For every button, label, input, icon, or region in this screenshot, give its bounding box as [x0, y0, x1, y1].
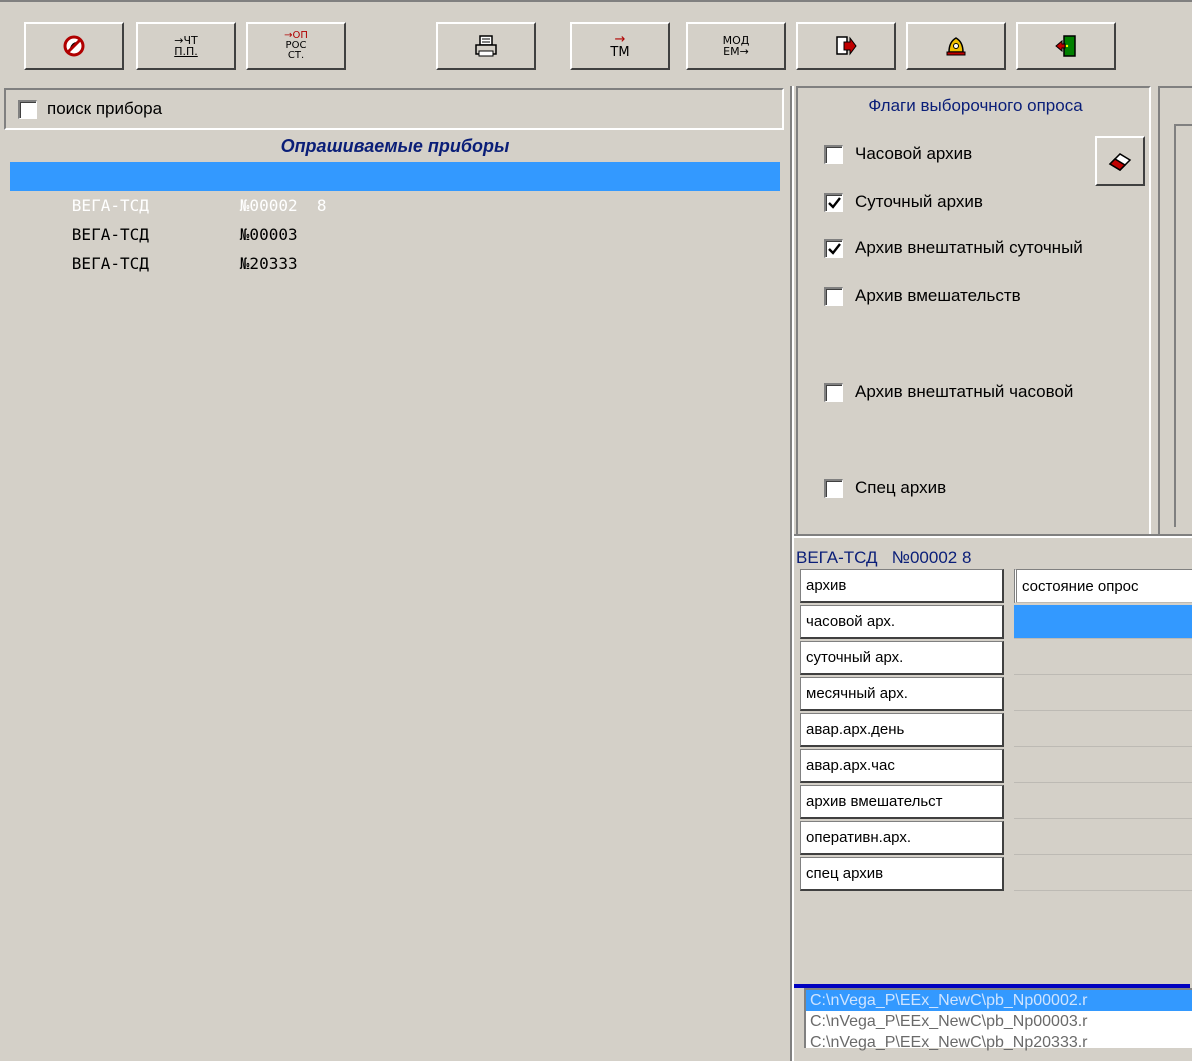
device-number: №20333	[239, 254, 298, 273]
device-search-label: поиск прибора	[47, 99, 163, 118]
state-cell	[1014, 857, 1192, 891]
table-row[interactable]: суточный арх.	[800, 641, 1192, 675]
flag-intervention-checkbox[interactable]	[824, 286, 843, 306]
read-pp-icon: →ЧТ П.П.	[174, 35, 198, 57]
flag-intervention-archive[interactable]: Архив вмешательств	[824, 286, 1021, 306]
list-item[interactable]: C:\nVega_P\EEx_NewC\pb_Np20333.r	[806, 1032, 1192, 1053]
list-item[interactable]: C:\nVega_P\EEx_NewC\pb_Np00002.r	[806, 990, 1192, 1011]
device-panel: поиск прибора Опрашиваемые приборы ВЕГА-…	[0, 86, 790, 1061]
table-row[interactable]: авар.арх.день	[800, 713, 1192, 747]
side-group	[1158, 86, 1192, 538]
flag-special-label: Спец архив	[855, 478, 947, 497]
archive-cell: архив вмешательст	[800, 785, 1004, 819]
flag-hourly-label: Часовой архив	[855, 144, 973, 163]
modem-button[interactable]: МОД ЕМ→	[686, 22, 786, 70]
tm-line2: TM	[610, 45, 630, 60]
state-cell	[1014, 713, 1192, 747]
device-search-box: поиск прибора	[4, 88, 784, 130]
export-button[interactable]	[796, 22, 896, 70]
table-row[interactable]: месячный арх.	[800, 677, 1192, 711]
table-row[interactable]: часовой арх.	[800, 605, 1192, 639]
printer-icon	[475, 35, 497, 57]
flag-intervention-label: Архив вмешательств	[855, 286, 1021, 305]
table-row[interactable]: архив вмешательст	[800, 785, 1192, 819]
device-name: ВЕГА-ТСД	[71, 254, 149, 273]
state-cell	[1014, 677, 1192, 711]
stop-button[interactable]	[24, 22, 124, 70]
flag-daily-label: Суточный архив	[855, 192, 983, 211]
state-cell	[1014, 605, 1192, 639]
exit-button[interactable]	[1016, 22, 1116, 70]
table-row[interactable]: спец архив	[800, 857, 1192, 891]
read-pp-button[interactable]: →ЧТ П.П.	[136, 22, 236, 70]
state-cell	[1014, 785, 1192, 819]
state-cell	[1014, 749, 1192, 783]
table-header-row: архив состояние опрос	[800, 569, 1192, 603]
tm-button[interactable]: → TM	[570, 22, 670, 70]
toolbar: →ЧТ П.П. →ОП РОС СТ. → TM МОД ЕМ→	[0, 0, 1192, 86]
poll-ros-button[interactable]: →ОП РОС СТ.	[246, 22, 346, 70]
alarm-button[interactable]	[906, 22, 1006, 70]
flag-hourly-extra-archive[interactable]: Архив внештатный часовой	[824, 382, 1073, 402]
header-archive: архив	[800, 569, 1004, 603]
poll-ros-line3: СТ.	[287, 50, 305, 61]
archive-cell: оперативн.арх.	[800, 821, 1004, 855]
checkmark-icon	[827, 242, 841, 255]
exit-door-icon	[1055, 35, 1076, 57]
eraser-button[interactable]	[1095, 136, 1145, 186]
archive-cell: авар.арх.час	[800, 749, 1004, 783]
print-button[interactable]	[436, 22, 536, 70]
flag-special-checkbox[interactable]	[824, 478, 843, 498]
header-state: состояние опрос	[1014, 569, 1192, 603]
device-list-title: Опрашиваемые приборы	[280, 136, 510, 156]
archive-cell: месячный арх.	[800, 677, 1004, 711]
state-cell	[1014, 821, 1192, 855]
device-name: ВЕГА-ТСД	[71, 196, 149, 215]
poll-panel: Флаги выборочного опроса Часовой архив С…	[790, 86, 1192, 1061]
flag-hourly-checkbox[interactable]	[824, 144, 843, 164]
export-arrow-icon	[836, 36, 857, 56]
list-item[interactable]: C:\nVega_P\EEx_NewC\pb_Np00003.r	[806, 1011, 1192, 1032]
poll-ros-icon: →ОП РОС СТ.	[284, 31, 308, 61]
archive-cell: суточный арх.	[800, 641, 1004, 675]
poll-flags-title: Флаги выборочного опроса	[868, 96, 1083, 115]
alarm-bell-icon	[946, 37, 966, 56]
device-number: №00002 8	[239, 196, 327, 215]
device-name: ВЕГА-ТСД	[71, 225, 149, 244]
tm-icon: → TM	[610, 33, 629, 59]
device-search-checkbox[interactable]	[18, 99, 37, 119]
archive-cell: спец архив	[800, 857, 1004, 891]
flag-daily-extra-archive[interactable]: Архив внештатный суточный	[824, 238, 1083, 258]
checkmark-icon	[827, 196, 841, 209]
flag-hourly-extra-checkbox[interactable]	[824, 382, 843, 402]
table-row[interactable]: авар.арх.час	[800, 749, 1192, 783]
list-item[interactable]: ВЕГА-ТСД №00002 8	[10, 162, 780, 215]
device-list[interactable]: ВЕГА-ТСД №00002 8 ВЕГА-ТСД №00003 ВЕГА-ТСД…	[10, 162, 780, 273]
flag-special-archive[interactable]: Спец архив	[824, 478, 946, 498]
poll-flags-group: Флаги выборочного опроса Часовой архив С…	[796, 86, 1151, 538]
flag-daily-archive[interactable]: Суточный архив	[824, 192, 983, 212]
horizontal-splitter[interactable]	[794, 534, 1192, 538]
archive-cell: часовой арх.	[800, 605, 1004, 639]
selected-device-label: ВЕГА-ТСД №00002 8	[796, 548, 972, 567]
flag-daily-checkbox[interactable]	[824, 192, 843, 212]
table-row[interactable]: оперативн.арх.	[800, 821, 1192, 855]
side-group-frame	[1174, 124, 1192, 527]
modem-line2: ЕМ→	[723, 45, 749, 58]
archive-cell: авар.арх.день	[800, 713, 1004, 747]
eraser-icon	[1108, 153, 1132, 171]
device-number: №00003	[239, 225, 298, 244]
modem-icon: МОД ЕМ→	[723, 35, 750, 57]
flag-daily-extra-label: Архив внештатный суточный	[855, 238, 1083, 257]
read-pp-line2: П.П.	[174, 45, 198, 58]
flag-daily-extra-checkbox[interactable]	[824, 238, 843, 258]
state-cell	[1014, 641, 1192, 675]
file-log-list[interactable]: C:\nVega_P\EEx_NewC\pb_Np00002.r C:\nVeg…	[804, 988, 1192, 1051]
no-phone-icon	[63, 35, 85, 57]
flag-hourly-archive[interactable]: Часовой архив	[824, 144, 972, 164]
flag-hourly-extra-label: Архив внештатный часовой	[855, 382, 1074, 401]
